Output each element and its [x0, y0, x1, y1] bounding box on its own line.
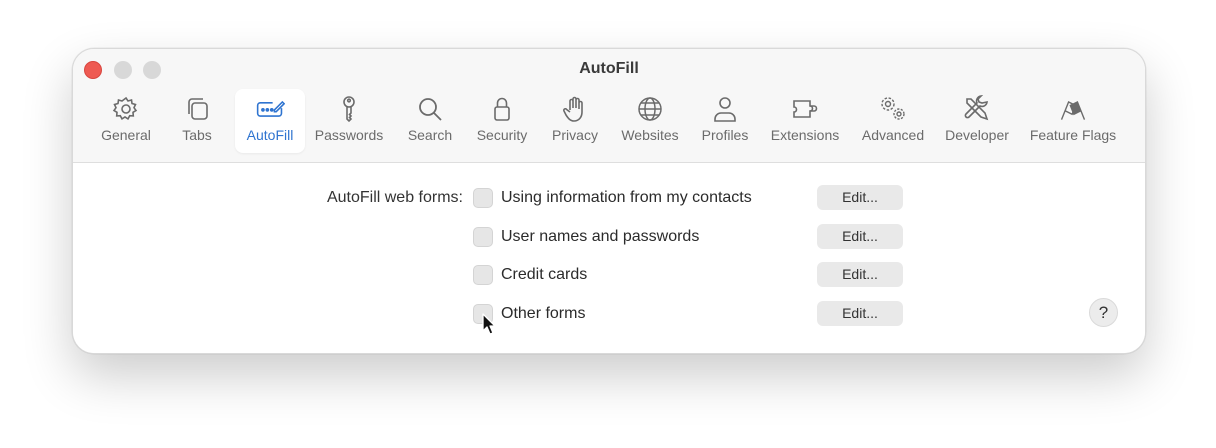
contacts-edit-button[interactable]: Edit... — [817, 185, 903, 210]
passwords-checkbox[interactable] — [473, 227, 493, 247]
autofill-row-passwords: User names and passwords Edit... — [73, 224, 1145, 249]
person-icon — [709, 95, 741, 123]
puzzle-icon — [789, 95, 821, 123]
autofill-icon — [254, 95, 286, 123]
tab-extensions-label: Extensions — [770, 127, 840, 143]
tab-feature-flags-label: Feature Flags — [1029, 127, 1117, 143]
autofill-pane: AutoFill web forms: Using information fr… — [73, 163, 1145, 353]
tab-developer-label: Developer — [945, 127, 1009, 143]
other-forms-edit-button[interactable]: Edit... — [817, 301, 903, 326]
autofill-row-other-forms: Other forms Edit... — [73, 301, 1145, 326]
tab-feature-flags[interactable]: Feature Flags — [1025, 89, 1121, 153]
autofill-row-contacts: AutoFill web forms: Using information fr… — [73, 185, 1145, 210]
preferences-toolbar: General Tabs AutoFill Passwords Search S… — [73, 89, 1145, 153]
tab-privacy-label: Privacy — [552, 127, 598, 143]
tab-privacy[interactable]: Privacy — [545, 89, 605, 153]
preferences-window: AutoFill General Tabs AutoFill Passwords… — [72, 48, 1146, 354]
tab-websites[interactable]: Websites — [615, 89, 685, 153]
tab-websites-label: Websites — [621, 127, 679, 143]
tab-security[interactable]: Security — [471, 89, 533, 153]
tab-advanced[interactable]: Advanced — [855, 89, 931, 153]
tab-general[interactable]: General — [95, 89, 157, 153]
credit-cards-option-label: Credit cards — [501, 266, 588, 283]
passwords-edit-button[interactable]: Edit... — [817, 224, 903, 249]
help-button[interactable]: ? — [1089, 298, 1118, 327]
tab-advanced-label: Advanced — [861, 127, 925, 143]
key-icon — [333, 95, 365, 123]
tab-search-label: Search — [407, 127, 453, 143]
flags-icon — [1057, 95, 1089, 123]
tab-profiles[interactable]: Profiles — [693, 89, 757, 153]
tab-general-label: General — [101, 127, 151, 143]
credit-cards-edit-button[interactable]: Edit... — [817, 262, 903, 287]
mouse-pointer-icon — [482, 313, 496, 335]
gear-icon — [110, 95, 142, 123]
tab-tabs[interactable]: Tabs — [169, 89, 225, 153]
tools-icon — [961, 95, 993, 123]
tab-autofill-label: AutoFill — [246, 127, 294, 143]
tab-passwords[interactable]: Passwords — [309, 89, 389, 153]
lock-icon — [486, 95, 518, 123]
tab-autofill[interactable]: AutoFill — [235, 89, 305, 153]
window-title: AutoFill — [579, 60, 639, 77]
tab-profiles-label: Profiles — [701, 127, 749, 143]
autofill-row-credit-cards: Credit cards Edit... — [73, 262, 1145, 287]
contacts-option-label: Using information from my contacts — [501, 189, 752, 206]
titlebar: AutoFill General Tabs AutoFill Passwords… — [73, 49, 1145, 163]
tab-extensions[interactable]: Extensions — [765, 89, 845, 153]
gears-icon — [877, 95, 909, 123]
magnifier-icon — [414, 95, 446, 123]
autofill-section-label: AutoFill web forms: — [326, 189, 463, 206]
tab-security-label: Security — [476, 127, 528, 143]
other-forms-option-label: Other forms — [501, 305, 586, 322]
globe-icon — [634, 95, 666, 123]
tab-developer[interactable]: Developer — [939, 89, 1015, 153]
hand-icon — [559, 95, 591, 123]
contacts-checkbox[interactable] — [473, 188, 493, 208]
passwords-option-label: User names and passwords — [501, 228, 700, 245]
tab-search[interactable]: Search — [399, 89, 461, 153]
tab-passwords-label: Passwords — [314, 127, 384, 143]
tab-tabs-label: Tabs — [182, 127, 212, 143]
tabs-icon — [181, 95, 213, 123]
credit-cards-checkbox[interactable] — [473, 265, 493, 285]
